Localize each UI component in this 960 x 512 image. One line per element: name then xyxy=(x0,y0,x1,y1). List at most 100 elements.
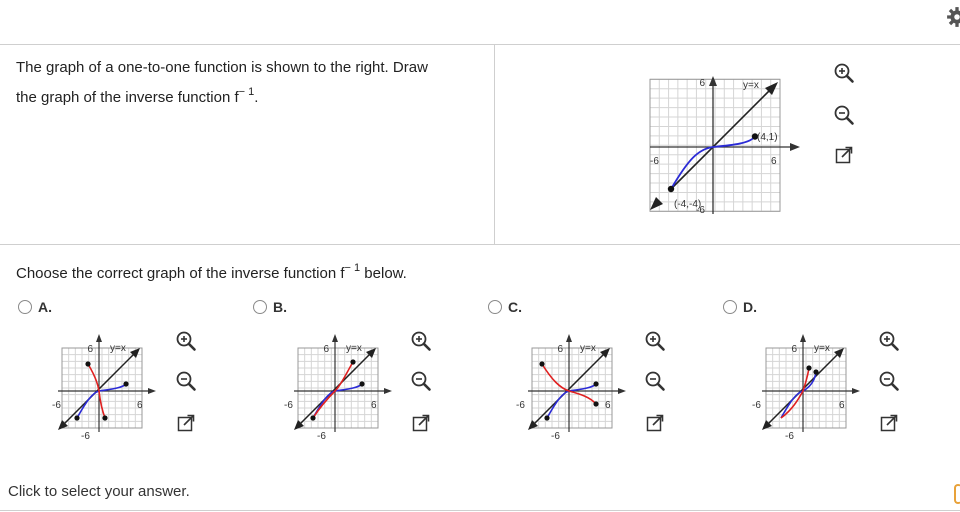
zoom-out-icon xyxy=(645,371,665,391)
option-d-x-max: 6 xyxy=(839,400,845,411)
y-min-label: -6 xyxy=(696,205,705,216)
option-c-yx-label: y=x xyxy=(580,343,596,354)
zoom-out-icon xyxy=(176,371,196,391)
option-d-point-2 xyxy=(806,365,812,371)
zoom-in-icon xyxy=(645,331,665,351)
option-d-radio[interactable] xyxy=(723,300,737,314)
option-d-x-min: -6 xyxy=(752,400,761,411)
option-a-graph[interactable]: 6 y=x -6 6 -6 xyxy=(38,324,158,444)
question-line-1: The graph of a one-to-one function is sh… xyxy=(16,59,428,76)
option-c-x-arrow xyxy=(618,388,626,394)
option-a-x-min: -6 xyxy=(52,400,61,411)
option-b-y-arrow xyxy=(332,334,338,342)
zoom-in-icon xyxy=(176,331,196,351)
option-c-graph[interactable]: 6 y=x -6 6 -6 xyxy=(508,324,628,444)
option-b-x-min: -6 xyxy=(284,400,293,411)
external-link-icon xyxy=(646,414,664,432)
option-a[interactable]: A. xyxy=(18,299,52,315)
option-b-zoom-out-button[interactable] xyxy=(410,370,432,392)
zoom-out-icon xyxy=(879,371,899,391)
main-zoom-out-button[interactable] xyxy=(833,104,855,126)
question-line-2: the graph of the inverse function f− 1. xyxy=(16,86,259,106)
main-zoom-in-button[interactable] xyxy=(833,62,855,84)
option-b-y-max: 6 xyxy=(323,344,329,355)
option-b-graph[interactable]: 6 y=x -6 6 -6 xyxy=(274,324,394,444)
option-b-point-3 xyxy=(350,359,356,365)
footer-hint: Click to select your answer. xyxy=(8,483,190,500)
option-d-zoom-out-button[interactable] xyxy=(878,370,900,392)
option-d-label: D. xyxy=(743,299,757,315)
option-a-radio[interactable] xyxy=(18,300,32,314)
option-b-y-min: -6 xyxy=(317,431,326,442)
option-c-radio[interactable] xyxy=(488,300,502,314)
choice-prompt: Choose the correct graph of the inverse … xyxy=(16,262,407,282)
option-a-y-arrow xyxy=(96,334,102,342)
option-c-point-1 xyxy=(544,415,550,421)
main-pop-out-button[interactable] xyxy=(835,146,853,164)
external-link-icon xyxy=(880,414,898,432)
option-c-y-arrow xyxy=(566,334,572,342)
option-c-zoom-out-button[interactable] xyxy=(644,370,666,392)
option-b-x-arrow xyxy=(384,388,392,394)
option-d-pop-out-button[interactable] xyxy=(880,414,898,432)
option-c-pop-out-button[interactable] xyxy=(646,414,664,432)
option-a-grid xyxy=(61,347,143,429)
option-c[interactable]: C. xyxy=(488,299,522,315)
option-c-zoom-in-button[interactable] xyxy=(644,330,666,352)
option-a-label: A. xyxy=(38,299,52,315)
option-c-point-3 xyxy=(539,361,545,367)
option-b-yx-label: y=x xyxy=(346,343,362,354)
next-arrow-partial-icon[interactable] xyxy=(954,484,960,504)
option-a-pop-out-button[interactable] xyxy=(177,414,195,432)
zoom-in-icon xyxy=(879,331,899,351)
y-axis-arrow xyxy=(709,76,717,86)
zoom-out-icon xyxy=(411,371,431,391)
middle-divider xyxy=(0,244,960,245)
option-c-x-max: 6 xyxy=(605,400,611,411)
external-link-icon xyxy=(412,414,430,432)
option-d-zoom-in-button[interactable] xyxy=(878,330,900,352)
option-b-pop-out-button[interactable] xyxy=(412,414,430,432)
option-b-radio[interactable] xyxy=(253,300,267,314)
settings-gear-icon[interactable] xyxy=(946,6,960,27)
external-link-icon xyxy=(177,414,195,432)
option-b-label: B. xyxy=(273,299,287,315)
option-a-y-min: -6 xyxy=(81,431,90,442)
point-pos-label: (4,1) xyxy=(757,132,778,143)
x-max-label: 6 xyxy=(771,156,777,167)
option-c-point-2 xyxy=(593,381,599,387)
y-max-label: 6 xyxy=(699,78,705,89)
option-a-y-max: 6 xyxy=(87,344,93,355)
option-a-zoom-in-button[interactable] xyxy=(175,330,197,352)
option-b[interactable]: B. xyxy=(253,299,287,315)
identity-label: y=x xyxy=(743,80,759,91)
option-c-grid xyxy=(531,347,613,429)
identity-line-start-arrow xyxy=(650,197,663,210)
option-a-zoom-out-button[interactable] xyxy=(175,370,197,392)
function-graph: 6 y=x (4,1) -6 6 (-4,-4) -6 xyxy=(649,76,800,216)
top-divider xyxy=(0,44,960,45)
question-text: The graph of a one-to-one function is sh… xyxy=(16,56,486,110)
option-c-y-min: -6 xyxy=(551,431,560,442)
option-c-x-min: -6 xyxy=(516,400,525,411)
question-graph-divider xyxy=(494,44,495,244)
x-axis-arrow xyxy=(790,143,800,151)
option-b-zoom-in-button[interactable] xyxy=(410,330,432,352)
x-min-label: -6 xyxy=(650,156,659,167)
option-d-y-max: 6 xyxy=(791,344,797,355)
option-a-x-arrow xyxy=(148,388,156,394)
option-c-point-4 xyxy=(593,401,599,407)
option-d-point-1 xyxy=(813,369,819,375)
option-a-x-max: 6 xyxy=(137,400,143,411)
option-c-label: C. xyxy=(508,299,522,315)
option-a-yx-label: y=x xyxy=(110,343,126,354)
option-b-x-max: 6 xyxy=(371,400,377,411)
option-d-graph[interactable]: 6 y=x -6 6 -6 xyxy=(742,324,862,444)
option-c-y-max: 6 xyxy=(557,344,563,355)
option-b-point-2 xyxy=(359,381,365,387)
option-d-grid xyxy=(765,347,847,429)
option-d[interactable]: D. xyxy=(723,299,757,315)
point-neg-marker xyxy=(667,185,675,193)
option-d-y-arrow xyxy=(800,334,806,342)
option-d-x-arrow xyxy=(852,388,860,394)
